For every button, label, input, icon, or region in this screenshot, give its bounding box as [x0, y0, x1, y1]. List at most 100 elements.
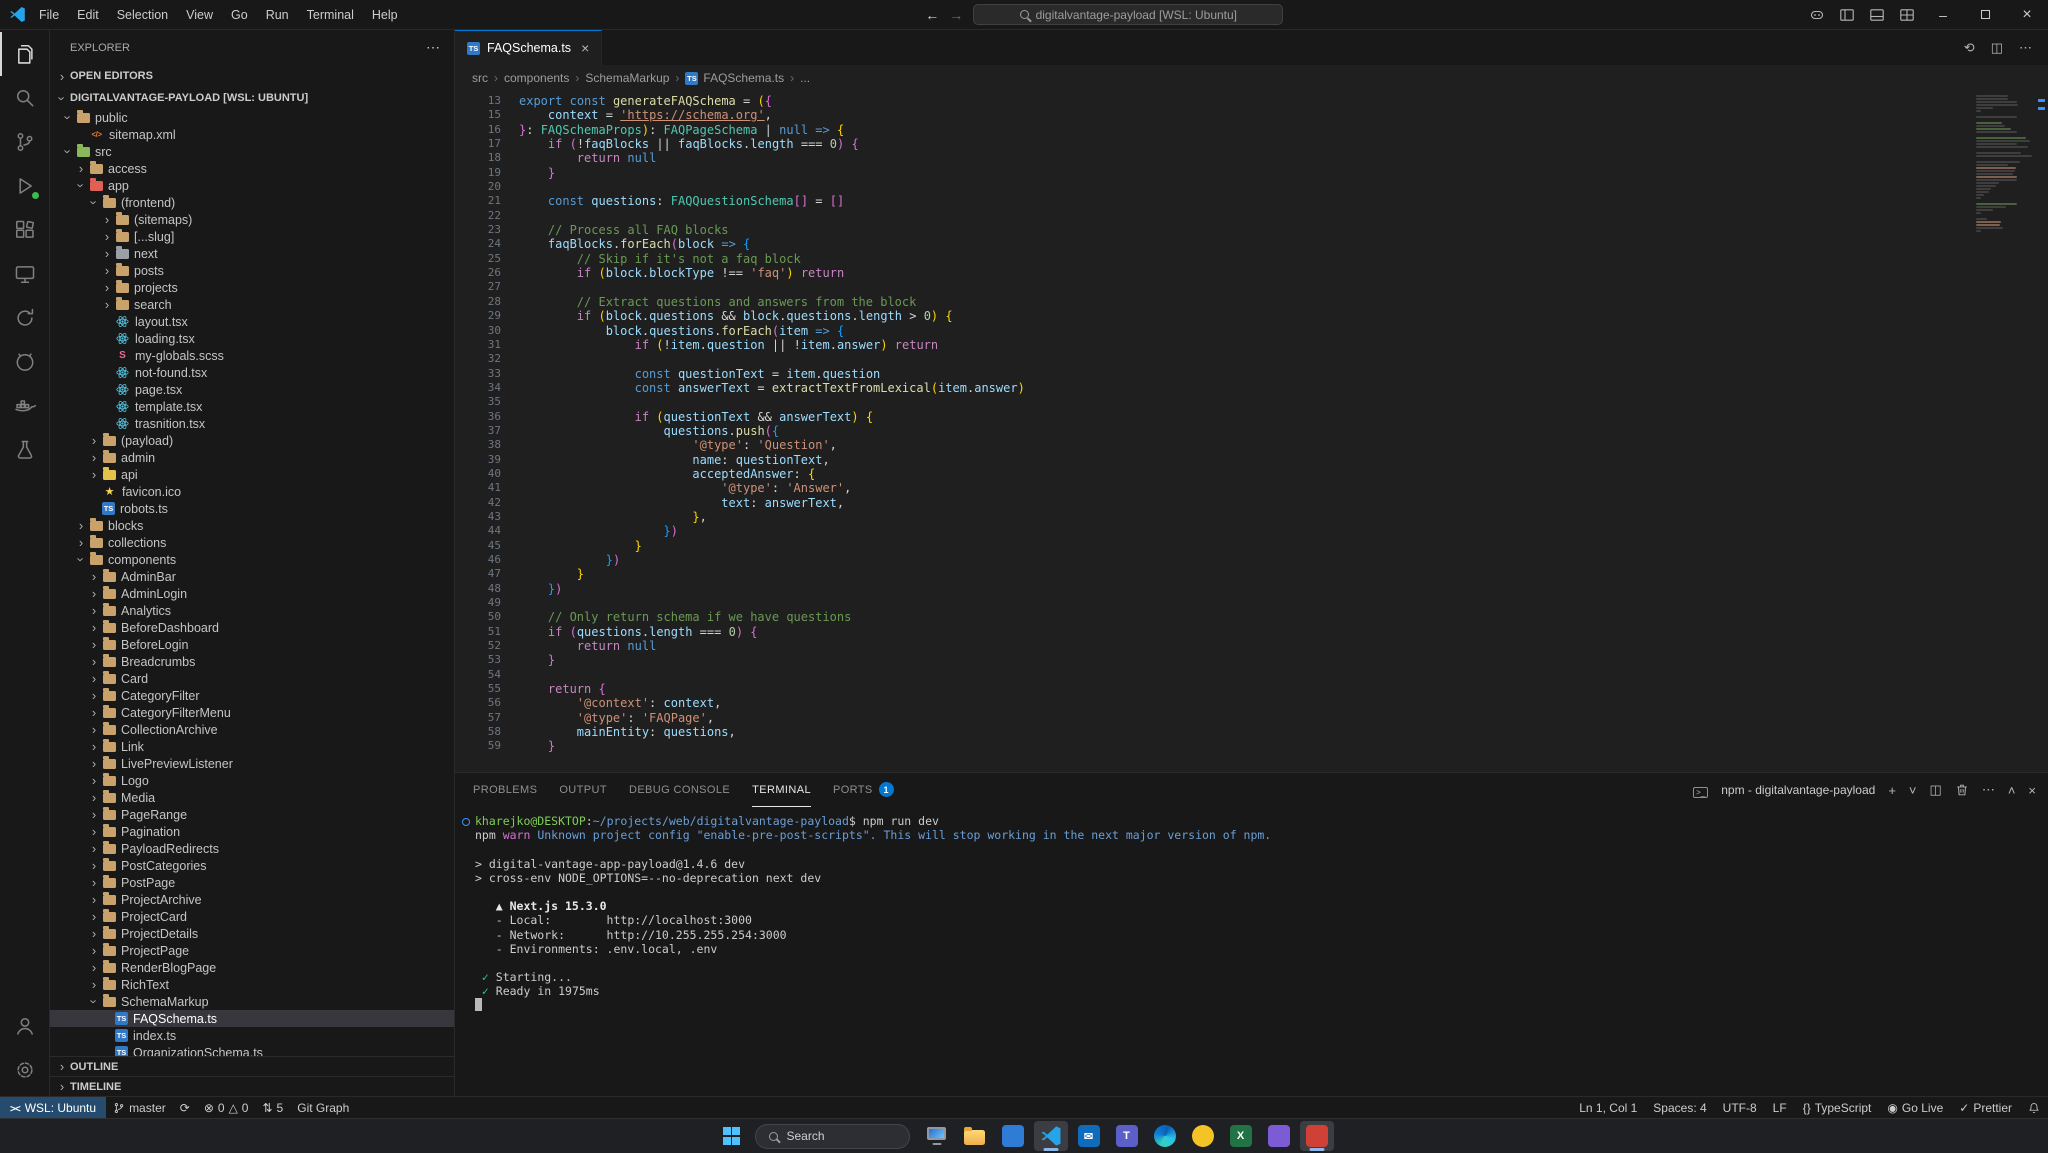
- editor-more-actions-icon[interactable]: [2019, 40, 2032, 56]
- menu-help[interactable]: Help: [363, 5, 407, 25]
- tree-file-organizationschema-ts[interactable]: TSOrganizationSchema.ts: [50, 1044, 454, 1056]
- tree-folder-projectarchive[interactable]: ProjectArchive: [50, 891, 454, 908]
- terminal-profile-dropdown-icon[interactable]: [1909, 783, 1917, 798]
- code-line-54[interactable]: 54: [455, 668, 2048, 682]
- tree-file-page-tsx[interactable]: page.tsx: [50, 381, 454, 398]
- panel-more-actions-icon[interactable]: [1982, 782, 1995, 798]
- breadcrumb-item-src[interactable]: src: [472, 71, 488, 85]
- breadcrumb-item-faqschema-ts[interactable]: TSFAQSchema.ts: [685, 71, 784, 85]
- toggle-panel-icon[interactable]: [1862, 0, 1892, 29]
- tree-folder-collectionarchive[interactable]: CollectionArchive: [50, 721, 454, 738]
- close-tab-icon[interactable]: [581, 40, 589, 56]
- code-line-47[interactable]: 47 }: [455, 567, 2048, 581]
- testing-icon[interactable]: [0, 428, 49, 472]
- git-graph-button[interactable]: Git Graph: [290, 1097, 356, 1118]
- code-line-20[interactable]: 20: [455, 180, 2048, 194]
- tree-folder-beforedashboard[interactable]: BeforeDashboard: [50, 619, 454, 636]
- tree-folder-livepreviewlistener[interactable]: LivePreviewListener: [50, 755, 454, 772]
- branch-indicator[interactable]: master: [106, 1097, 173, 1118]
- code-line-36[interactable]: 36 if (questionText && answerText) {: [455, 410, 2048, 424]
- tree-folder-schemamarkup[interactable]: SchemaMarkup: [50, 993, 454, 1010]
- tree-folder-categoryfilter[interactable]: CategoryFilter: [50, 687, 454, 704]
- section-timeline[interactable]: TIMELINE: [50, 1076, 454, 1096]
- tree-folder-posts[interactable]: posts: [50, 262, 454, 279]
- tree-file-robots-ts[interactable]: TSrobots.ts: [50, 500, 454, 517]
- command-center-search[interactable]: digitalvantage-payload [WSL: Ubuntu]: [973, 4, 1283, 25]
- code-line-53[interactable]: 53 }: [455, 653, 2048, 667]
- panel-tab-output[interactable]: OUTPUT: [559, 773, 607, 807]
- tree-file-template-tsx[interactable]: template.tsx: [50, 398, 454, 415]
- tree-folder-slug[interactable]: [...slug]: [50, 228, 454, 245]
- new-terminal-icon[interactable]: [1888, 783, 1896, 798]
- section-outline[interactable]: OUTLINE: [50, 1056, 454, 1076]
- close-button[interactable]: [2006, 0, 2048, 29]
- problems-indicator[interactable]: 0 0: [197, 1097, 256, 1118]
- code-line-44[interactable]: 44 }): [455, 524, 2048, 538]
- tree-folder-access[interactable]: access: [50, 160, 454, 177]
- customize-layout-icon[interactable]: [1892, 0, 1922, 29]
- panel-tab-debug-console[interactable]: DEBUG CONSOLE: [629, 773, 730, 807]
- code-line-27[interactable]: 27: [455, 280, 2048, 294]
- section-open-editors[interactable]: OPEN EDITORS: [50, 65, 454, 87]
- code-line-31[interactable]: 31 if (!item.question || !item.answer) r…: [455, 338, 2048, 352]
- tree-folder-beforelogin[interactable]: BeforeLogin: [50, 636, 454, 653]
- language-mode[interactable]: TypeScript: [1795, 1097, 1880, 1118]
- toggle-sidebar-icon[interactable]: [1832, 0, 1862, 29]
- taskbar-app-app-blue[interactable]: [996, 1121, 1030, 1151]
- menu-file[interactable]: File: [30, 5, 68, 25]
- code-line-45[interactable]: 45 }: [455, 539, 2048, 553]
- taskbar-app-app-red[interactable]: [1300, 1121, 1334, 1151]
- code-line-41[interactable]: 41 '@type': 'Answer',: [455, 481, 2048, 495]
- tree-folder-logo[interactable]: Logo: [50, 772, 454, 789]
- code-line-21[interactable]: 21 const questions: FAQQuestionSchema[] …: [455, 194, 2048, 208]
- code-line-35[interactable]: 35: [455, 395, 2048, 409]
- tree-file-sitemap-xml[interactable]: </>sitemap.xml: [50, 126, 454, 143]
- code-line-40[interactable]: 40 acceptedAnswer: {: [455, 467, 2048, 481]
- tree-folder-frontend[interactable]: (frontend): [50, 194, 454, 211]
- code-line-51[interactable]: 51 if (questions.length === 0) {: [455, 625, 2048, 639]
- remote-indicator[interactable]: WSL: Ubuntu: [0, 1097, 106, 1118]
- code-line-50[interactable]: 50 // Only return schema if we have ques…: [455, 610, 2048, 624]
- tree-folder-api[interactable]: api: [50, 466, 454, 483]
- tree-file-faqschema-ts[interactable]: TSFAQSchema.ts: [50, 1010, 454, 1027]
- split-editor-icon[interactable]: [1991, 40, 2003, 56]
- menu-view[interactable]: View: [177, 5, 222, 25]
- tree-file-index-ts[interactable]: TSindex.ts: [50, 1027, 454, 1044]
- source-control-icon[interactable]: [0, 120, 49, 164]
- copilot-icon[interactable]: [1802, 0, 1832, 29]
- tree-folder-adminlogin[interactable]: AdminLogin: [50, 585, 454, 602]
- run-debug-icon[interactable]: [0, 164, 49, 208]
- explorer-more-actions-icon[interactable]: [426, 39, 440, 56]
- code-line-19[interactable]: 19 }: [455, 166, 2048, 180]
- code-line-29[interactable]: 29 if (block.questions && block.question…: [455, 309, 2048, 323]
- tree-file-trasnition-tsx[interactable]: trasnition.tsx: [50, 415, 454, 432]
- taskbar-app-app-purple[interactable]: [1262, 1121, 1296, 1151]
- code-line-13[interactable]: 13export const generateFAQSchema = ({: [455, 94, 2048, 108]
- accounts-icon[interactable]: [0, 1004, 49, 1048]
- taskbar-app-system-monitor[interactable]: [920, 1121, 954, 1151]
- tree-folder-payloadredirects[interactable]: PayloadRedirects: [50, 840, 454, 857]
- taskbar-search[interactable]: Search: [755, 1124, 910, 1149]
- menu-run[interactable]: Run: [257, 5, 298, 25]
- taskbar-app-outlook[interactable]: ✉: [1072, 1121, 1106, 1151]
- tree-folder-adminbar[interactable]: AdminBar: [50, 568, 454, 585]
- breadcrumb-item-components[interactable]: components: [504, 71, 569, 85]
- tree-folder-pagerange[interactable]: PageRange: [50, 806, 454, 823]
- terminal-session-label[interactable]: npm - digitalvantage-payload: [1721, 783, 1875, 797]
- code-line-59[interactable]: 59 }: [455, 739, 2048, 753]
- code-editor[interactable]: 13export const generateFAQSchema = ({15 …: [455, 91, 2048, 772]
- panel-tab-problems[interactable]: PROBLEMS: [473, 773, 537, 807]
- windows-start-button[interactable]: [715, 1121, 749, 1151]
- tree-folder-link[interactable]: Link: [50, 738, 454, 755]
- tree-file-loading-tsx[interactable]: loading.tsx: [50, 330, 454, 347]
- menu-edit[interactable]: Edit: [68, 5, 108, 25]
- tree-folder-admin[interactable]: admin: [50, 449, 454, 466]
- tree-folder-postpage[interactable]: PostPage: [50, 874, 454, 891]
- taskbar-app-teams[interactable]: T: [1110, 1121, 1144, 1151]
- tree-folder-search[interactable]: search: [50, 296, 454, 313]
- tree-file-not-found-tsx[interactable]: not-found.tsx: [50, 364, 454, 381]
- remote-explorer-icon[interactable]: [0, 252, 49, 296]
- tree-folder-components[interactable]: components: [50, 551, 454, 568]
- tree-folder-blocks[interactable]: blocks: [50, 517, 454, 534]
- code-line-16[interactable]: 16}: FAQSchemaProps): FAQPageSchema | nu…: [455, 123, 2048, 137]
